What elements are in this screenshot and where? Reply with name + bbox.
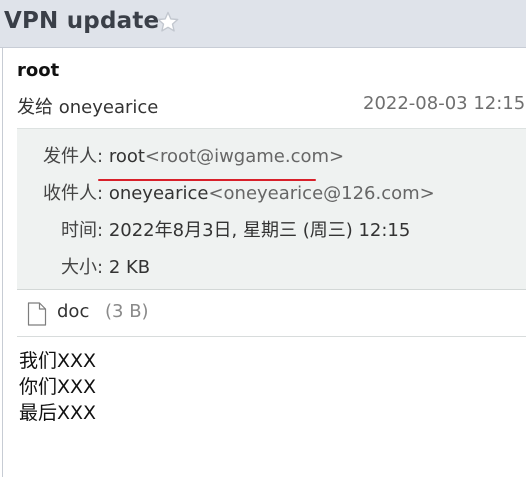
body-line: 最后XXX xyxy=(19,402,97,424)
time-value: 2022年8月3日, 星期三 (周三) 12:15 xyxy=(108,220,411,241)
attachment-size: (3 B) xyxy=(105,301,149,322)
to-address[interactable]: <oneyearice@126.com> xyxy=(208,183,434,204)
email-subject: VPN update xyxy=(4,8,160,34)
recipient-highlight-underline xyxy=(98,179,316,181)
body-line: 你们XXX xyxy=(19,376,97,398)
sender-name[interactable]: root xyxy=(17,60,59,81)
size-value: 2 KB xyxy=(108,257,151,278)
from-address[interactable]: <root@iwgame.com> xyxy=(145,146,344,167)
to-label: 收件人: xyxy=(43,183,104,204)
from-name[interactable]: root xyxy=(109,146,145,167)
to-row: 收件人: oneyearice<oneyearice@126.com> xyxy=(43,179,435,205)
file-icon xyxy=(27,302,47,326)
attachment-row[interactable]: doc (3 B) xyxy=(17,290,526,337)
attachment-name[interactable]: doc xyxy=(57,301,89,322)
recipient-summary: 发给 oneyearice xyxy=(17,93,158,119)
star-icon[interactable] xyxy=(156,10,180,34)
to-name[interactable]: oneyearice xyxy=(109,183,209,204)
recipient-prefix: 发给 xyxy=(17,97,53,118)
size-label: 大小: xyxy=(61,257,104,278)
message-date: 2022-08-03 12:15 xyxy=(363,93,526,114)
from-row: 发件人: root<root@iwgame.com> xyxy=(43,142,344,168)
recipient-summary-name[interactable]: oneyearice xyxy=(59,97,159,118)
header-details: 发件人: root<root@iwgame.com> 收件人: oneyeari… xyxy=(17,128,526,290)
time-label: 时间: xyxy=(61,220,104,241)
email-viewer: VPN update root 发给 oneyearice 2022-08-03… xyxy=(0,0,526,477)
message-body: 我们XXX 你们XXX 最后XXX xyxy=(19,348,96,426)
time-row: 时间: 2022年8月3日, 星期三 (周三) 12:15 xyxy=(61,216,410,242)
body-line: 我们XXX xyxy=(19,350,97,372)
message-panel: root 发给 oneyearice 2022-08-03 12:15 发件人:… xyxy=(2,48,526,477)
size-row: 大小: 2 KB xyxy=(61,253,150,279)
title-bar: VPN update xyxy=(0,0,526,48)
from-label: 发件人: xyxy=(43,146,104,167)
